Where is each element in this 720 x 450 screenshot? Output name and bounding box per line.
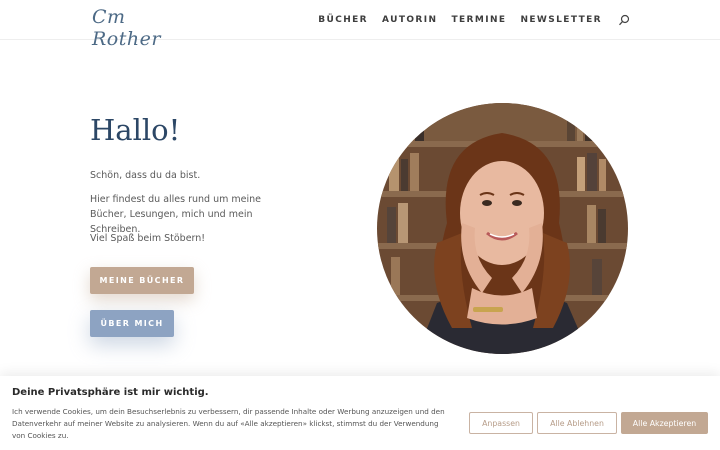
logo-text: Cm Rother (92, 6, 161, 50)
cookie-banner: Deine Privatsphäre ist mir wichtig. Ich … (0, 376, 720, 450)
author-portrait (377, 103, 628, 354)
intro-text-1: Schön, dass du da bist. (90, 170, 201, 181)
nav-item-termine[interactable]: TERMINE (451, 15, 506, 25)
cookie-adjust-button[interactable]: Anpassen (469, 412, 533, 434)
cookie-title: Deine Privatsphäre ist mir wichtig. (12, 387, 209, 398)
nav-item-newsletter[interactable]: NEWSLETTER (520, 15, 602, 25)
my-books-button[interactable]: MEINE BÜCHER (90, 267, 194, 294)
search-icon[interactable] (618, 14, 630, 26)
about-me-button[interactable]: ÜBER MICH (90, 310, 174, 337)
cookie-accept-all-button[interactable]: Alle Akzeptieren (621, 412, 708, 434)
site-header: Cm Rother BÜCHER AUTORIN TERMINE NEWSLET… (0, 0, 720, 50)
nav-item-buecher[interactable]: BÜCHER (318, 15, 368, 25)
nav-item-autorin[interactable]: AUTORIN (382, 15, 437, 25)
page-title: Hallo! (90, 113, 181, 147)
main-nav: BÜCHER AUTORIN TERMINE NEWSLETTER (318, 14, 630, 26)
cookie-reject-all-button[interactable]: Alle Ablehnen (537, 412, 617, 434)
site-logo[interactable]: Cm Rother (92, 6, 182, 50)
cookie-text: Ich verwende Cookies, um dein Besuchserl… (12, 407, 445, 440)
intro-text-3: Viel Spaß beim Stöbern! (90, 233, 206, 244)
